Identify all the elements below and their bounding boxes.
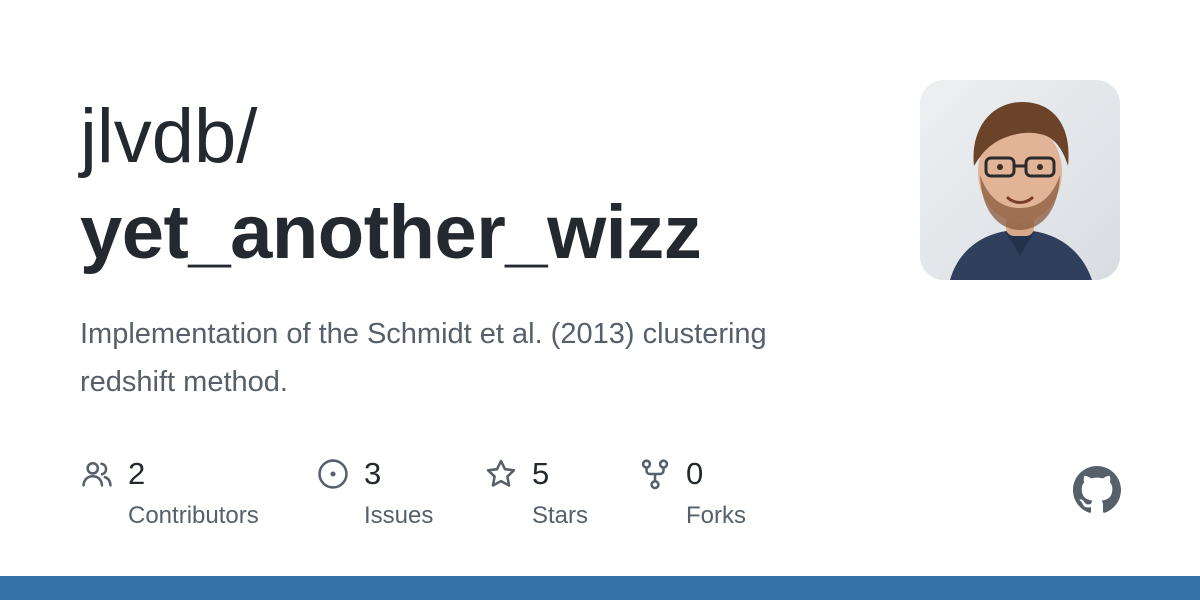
- forks-count: 0: [686, 456, 704, 491]
- repo-name[interactable]: yet_another_wizz: [80, 188, 702, 278]
- stars-label: Stars: [532, 502, 589, 529]
- stars-count: 5: [532, 456, 550, 491]
- language-color-bar: [0, 576, 1200, 600]
- repo-forked-icon: [641, 459, 669, 490]
- repo-owner[interactable]: jlvdb/: [80, 92, 257, 182]
- issue-opened-icon: [318, 459, 348, 489]
- contributors-label: Contributors: [128, 502, 259, 529]
- github-mark-icon[interactable]: [1073, 466, 1121, 514]
- issues-label: Issues: [364, 502, 434, 529]
- social-preview-card: jlvdb/ yet_another_wizz Implementation o…: [0, 0, 1200, 600]
- user-avatar-photo: [920, 80, 1120, 280]
- contributors-count: 2: [128, 456, 146, 491]
- repo-description: Implementation of the Schmidt et al. (20…: [80, 318, 767, 398]
- owner-avatar[interactable]: [920, 80, 1120, 280]
- issues-count: 3: [364, 456, 382, 491]
- forks-label: Forks: [686, 502, 746, 529]
- star-icon: [486, 459, 516, 487]
- people-icon: [82, 461, 112, 487]
